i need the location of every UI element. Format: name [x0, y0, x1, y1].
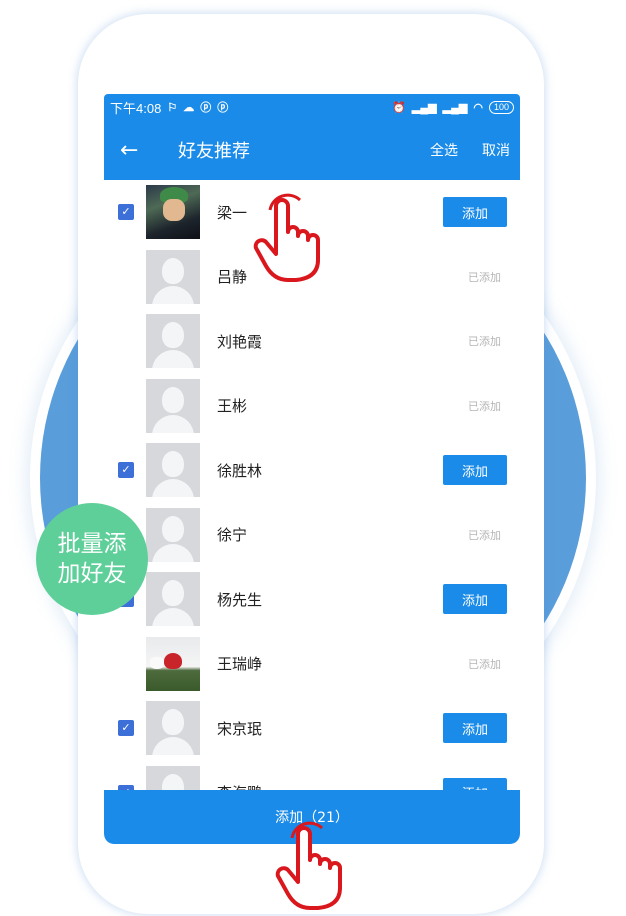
add-button[interactable]: 添加 [443, 197, 507, 228]
badge-line-2: 加好友 [57, 561, 127, 587]
list-item[interactable]: ✓ 杨先生 添加 [104, 567, 520, 632]
add-button[interactable]: 添加 [443, 455, 507, 486]
signal-icon: ▂▄▆ [442, 101, 468, 114]
list-item[interactable]: 刘艳霞 已添加 [104, 309, 520, 374]
avatar [146, 443, 200, 498]
pointing-hand-icon [253, 193, 320, 282]
app-bar: ← 好友推荐 全选 取消 [104, 120, 520, 180]
list-item[interactable]: 徐宁 已添加 [104, 503, 520, 568]
list-item[interactable]: ✓ 宋京珉 添加 [104, 696, 520, 761]
cancel-button[interactable]: 取消 [482, 140, 510, 160]
select-all-button[interactable]: 全选 [430, 140, 458, 160]
cloud-icon: ☁ [183, 101, 195, 114]
list-item[interactable]: ✓ 徐胜林 添加 [104, 438, 520, 503]
avatar [146, 249, 200, 304]
contact-name: 刘艳霞 [217, 332, 263, 351]
badge-line-1: 批量添 [57, 531, 127, 557]
avatar [146, 378, 200, 433]
avatar [146, 185, 200, 240]
avatar [146, 314, 200, 369]
contact-name: 徐胜林 [217, 461, 263, 480]
contact-name: 王彬 [217, 397, 248, 416]
contact-name: 宋京珉 [217, 719, 263, 738]
page-title: 好友推荐 [178, 141, 250, 162]
added-label: 已添加 [468, 657, 501, 671]
notification-icon: ⚐ [167, 101, 178, 114]
added-label: 已添加 [468, 528, 501, 542]
contact-name: 王瑞峥 [217, 655, 263, 674]
contact-name: 杨先生 [217, 590, 263, 609]
checkbox-checked[interactable]: ✓ [118, 720, 134, 737]
contact-name: 梁一 [217, 203, 248, 222]
avatar [146, 572, 200, 627]
added-label: 已添加 [468, 335, 501, 349]
checkbox-checked[interactable]: ✓ [118, 462, 134, 479]
checkbox-checked[interactable]: ✓ [118, 204, 134, 221]
contact-name: 徐宁 [217, 526, 248, 545]
avatar [146, 701, 200, 756]
status-time: 下午4:08 [110, 100, 162, 116]
contact-name: 吕静 [217, 268, 248, 287]
add-button[interactable]: 添加 [443, 584, 507, 615]
avatar [146, 507, 200, 562]
wifi-icon: ◠ [473, 101, 483, 114]
p-icon: ⓟ [200, 102, 212, 114]
battery-icon: 100 [488, 100, 514, 114]
list-item[interactable]: 王瑞峥 已添加 [104, 632, 520, 697]
back-arrow-icon[interactable]: ← [120, 138, 160, 163]
p-icon: ⓟ [217, 102, 229, 114]
feature-badge: 批量添 加好友 [36, 503, 148, 615]
avatar [146, 636, 200, 691]
signal-icon: ▂▄▆ [411, 101, 437, 114]
list-item[interactable]: 王彬 已添加 [104, 374, 520, 439]
alarm-icon: ⏰ [392, 101, 406, 114]
status-bar: 下午4:08 ⚐ ☁ ⓟ ⓟ ⏰ ▂▄▆ ▂▄▆ ◠ 100 [104, 94, 520, 120]
pointing-hand-icon [275, 821, 342, 910]
added-label: 已添加 [468, 399, 501, 413]
added-label: 已添加 [468, 270, 501, 284]
add-button[interactable]: 添加 [443, 713, 507, 744]
